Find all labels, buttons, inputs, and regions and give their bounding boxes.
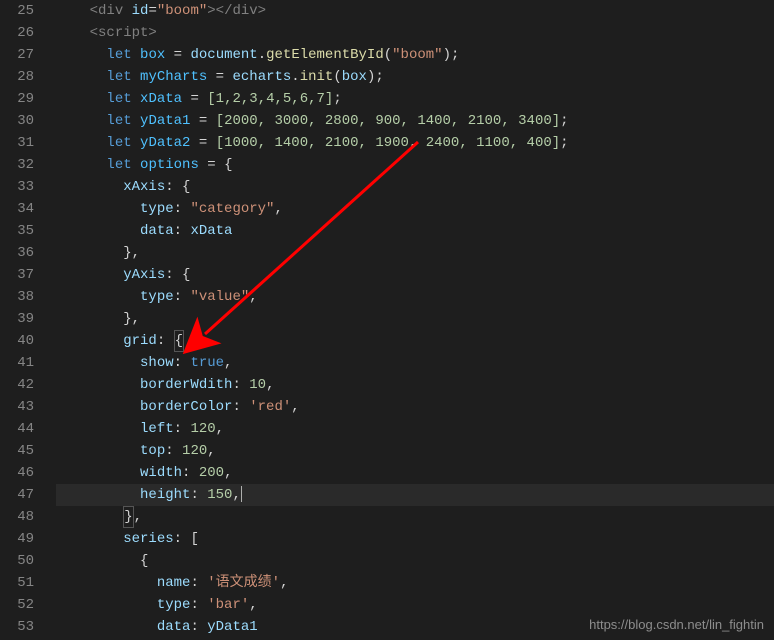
line-number: 27	[0, 44, 34, 66]
line-number: 30	[0, 110, 34, 132]
line-number: 32	[0, 154, 34, 176]
text-cursor	[241, 486, 242, 502]
code-line[interactable]: series: [	[56, 528, 774, 550]
code-line[interactable]: let xData = [1,2,3,4,5,6,7];	[56, 88, 774, 110]
line-number: 44	[0, 418, 34, 440]
line-number: 28	[0, 66, 34, 88]
line-number: 49	[0, 528, 34, 550]
line-number: 46	[0, 462, 34, 484]
code-line[interactable]: borderColor: 'red',	[56, 396, 774, 418]
line-number: 25	[0, 0, 34, 22]
code-line[interactable]: height: 150,	[56, 484, 774, 506]
line-number: 53	[0, 616, 34, 638]
line-number: 38	[0, 286, 34, 308]
line-number: 26	[0, 22, 34, 44]
line-number: 42	[0, 374, 34, 396]
line-number: 43	[0, 396, 34, 418]
code-line[interactable]: xAxis: {	[56, 176, 774, 198]
line-number: 47	[0, 484, 34, 506]
code-line[interactable]: grid: {	[56, 330, 774, 352]
code-editor[interactable]: 25 26 27 28 29 30 31 32 33 34 35 36 37 3…	[0, 0, 774, 640]
line-number: 48	[0, 506, 34, 528]
line-number: 52	[0, 594, 34, 616]
line-number: 41	[0, 352, 34, 374]
code-line[interactable]: let myCharts = echarts.init(box);	[56, 66, 774, 88]
code-line[interactable]: left: 120,	[56, 418, 774, 440]
code-line[interactable]: {	[56, 550, 774, 572]
code-line[interactable]: data: xData	[56, 220, 774, 242]
code-line[interactable]: type: "value",	[56, 286, 774, 308]
line-number: 31	[0, 132, 34, 154]
line-number: 34	[0, 198, 34, 220]
code-line[interactable]: },	[56, 506, 774, 528]
code-line[interactable]: },	[56, 308, 774, 330]
code-line[interactable]: let yData1 = [2000, 3000, 2800, 900, 140…	[56, 110, 774, 132]
line-number: 29	[0, 88, 34, 110]
code-line[interactable]: top: 120,	[56, 440, 774, 462]
line-number: 35	[0, 220, 34, 242]
line-number: 51	[0, 572, 34, 594]
code-line[interactable]: width: 200,	[56, 462, 774, 484]
line-number: 36	[0, 242, 34, 264]
code-line[interactable]: let box = document.getElementById("boom"…	[56, 44, 774, 66]
line-number-gutter: 25 26 27 28 29 30 31 32 33 34 35 36 37 3…	[0, 0, 48, 640]
code-line[interactable]: yAxis: {	[56, 264, 774, 286]
code-line[interactable]: <div id="boom"></div>	[56, 0, 774, 22]
line-number: 37	[0, 264, 34, 286]
code-line[interactable]: let options = {	[56, 154, 774, 176]
code-line[interactable]: <script>	[56, 22, 774, 44]
line-number: 39	[0, 308, 34, 330]
watermark: https://blog.csdn.net/lin_fightin	[589, 617, 764, 632]
line-number: 40	[0, 330, 34, 352]
code-line[interactable]: },	[56, 242, 774, 264]
code-line[interactable]: type: "category",	[56, 198, 774, 220]
line-number: 50	[0, 550, 34, 572]
code-area[interactable]: <div id="boom"></div> <script> let box =…	[48, 0, 774, 640]
line-number: 33	[0, 176, 34, 198]
code-line[interactable]: name: '语文成绩',	[56, 572, 774, 594]
code-line[interactable]: let yData2 = [1000, 1400, 2100, 1900, 24…	[56, 132, 774, 154]
code-line[interactable]: borderWdith: 10,	[56, 374, 774, 396]
code-line[interactable]: show: true,	[56, 352, 774, 374]
line-number: 45	[0, 440, 34, 462]
code-line[interactable]: type: 'bar',	[56, 594, 774, 616]
